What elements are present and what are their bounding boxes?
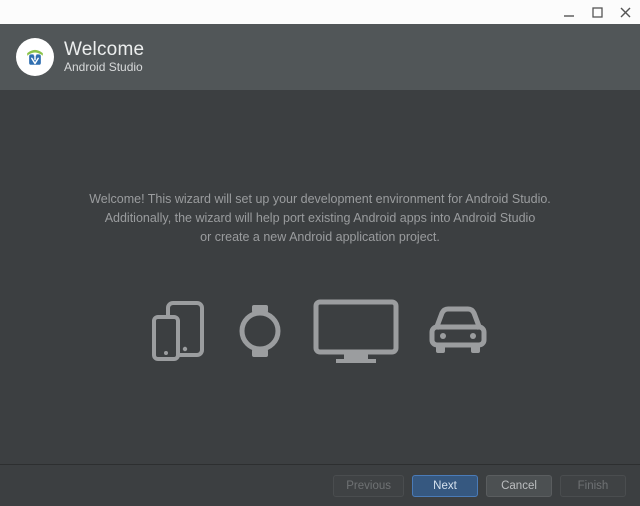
wizard-header: Welcome Android Studio: [0, 24, 640, 90]
wizard-footer: Previous Next Cancel Finish: [0, 464, 640, 506]
welcome-line-2: Additionally, the wizard will help port …: [89, 209, 551, 228]
car-icon: [426, 305, 490, 357]
wizard-content: Welcome! This wizard will set up your de…: [0, 90, 640, 464]
setup-wizard-window: Welcome Android Studio Welcome! This wiz…: [0, 0, 640, 506]
minimize-button[interactable]: [560, 3, 578, 21]
device-icons-row: [150, 298, 490, 364]
wizard-subtitle: Android Studio: [64, 61, 144, 75]
maximize-button[interactable]: [588, 3, 606, 21]
welcome-message: Welcome! This wizard will set up your de…: [89, 190, 551, 246]
cancel-button[interactable]: Cancel: [486, 475, 552, 497]
welcome-line-1: Welcome! This wizard will set up your de…: [89, 190, 551, 209]
previous-button: Previous: [333, 475, 404, 497]
tv-icon: [312, 298, 400, 364]
window-titlebar: [0, 0, 640, 24]
welcome-line-3: or create a new Android application proj…: [89, 228, 551, 247]
android-studio-logo-icon: [16, 38, 54, 76]
phone-tablet-icon: [150, 299, 208, 363]
watch-icon: [234, 303, 286, 359]
wizard-title: Welcome: [64, 39, 144, 61]
close-button[interactable]: [616, 3, 634, 21]
next-button[interactable]: Next: [412, 475, 478, 497]
finish-button: Finish: [560, 475, 626, 497]
header-text-block: Welcome Android Studio: [64, 39, 144, 75]
